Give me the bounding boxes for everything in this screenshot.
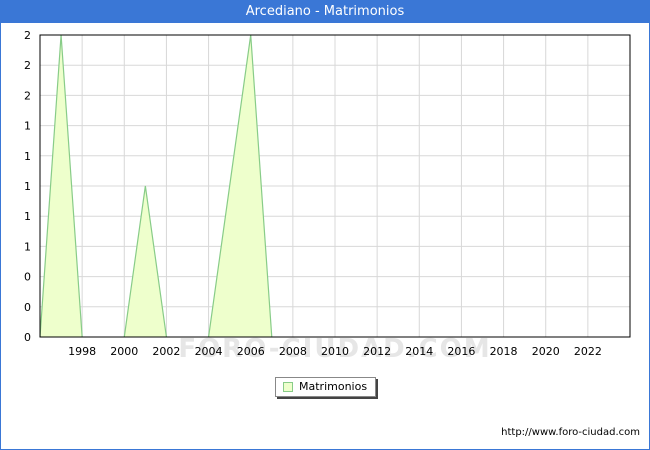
series-area — [124, 186, 167, 337]
y-tick-label: 1 — [24, 180, 31, 193]
legend-label: Matrimonios — [299, 380, 368, 393]
x-tick-label: 2000 — [110, 345, 138, 358]
x-tick-label: 2006 — [237, 345, 265, 358]
y-tick-label: 1 — [24, 210, 31, 223]
x-tick-label: 2020 — [532, 345, 560, 358]
y-tick-label: 2 — [24, 89, 31, 102]
grid-layer — [40, 35, 630, 337]
y-tick-label: 2 — [24, 29, 31, 42]
x-tick-label: 2022 — [574, 345, 602, 358]
legend: Matrimonios — [275, 377, 377, 397]
x-tick-label: 2016 — [447, 345, 475, 358]
legend-swatch — [283, 382, 293, 392]
x-tick-label: 2002 — [152, 345, 180, 358]
source-url[interactable]: http://www.foro-ciudad.com — [501, 427, 640, 438]
x-tick-label: 2008 — [279, 345, 307, 358]
x-tick-label: 2004 — [195, 345, 223, 358]
x-tick-label: 2012 — [363, 345, 391, 358]
x-axis-ticks: 1998 2000 2002 2004 2006 2008 2010 2012 2014 2016… — [68, 345, 602, 358]
x-tick-label: 2018 — [490, 345, 518, 358]
y-axis-ticks: 0 0 0 1 1 1 1 1 2 2 2 — [24, 29, 31, 344]
y-tick-label: 1 — [24, 240, 31, 253]
y-tick-label: 0 — [24, 331, 31, 344]
y-tick-label: 0 — [24, 271, 31, 284]
x-tick-label: 2014 — [405, 345, 433, 358]
y-tick-label: 2 — [24, 59, 31, 72]
y-tick-label: 1 — [24, 150, 31, 163]
y-tick-label: 0 — [24, 301, 31, 314]
x-tick-label: 2010 — [321, 345, 349, 358]
x-tick-label: 1998 — [68, 345, 96, 358]
y-tick-label: 1 — [24, 120, 31, 133]
